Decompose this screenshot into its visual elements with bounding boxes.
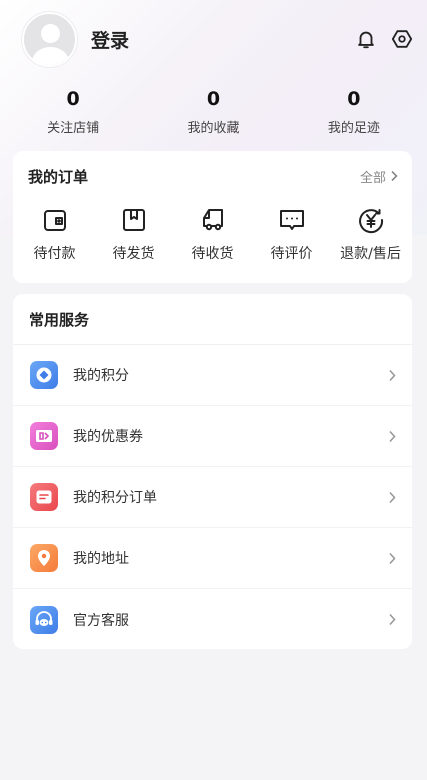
- package-icon: [119, 205, 149, 235]
- chevron-right-icon: [389, 552, 396, 564]
- stat-footprints[interactable]: 0 我的足迹: [283, 88, 425, 136]
- stat-label: 我的足迹: [327, 121, 380, 136]
- profile-header: 登录: [22, 11, 413, 67]
- stat-label: 关注店铺: [47, 121, 100, 136]
- service-label: 我的积分订单: [73, 490, 157, 506]
- stat-count: 0: [206, 88, 221, 110]
- stats-row: 0 关注店铺 0 我的收藏 0 我的足迹: [0, 88, 427, 136]
- stat-count: 0: [66, 88, 80, 110]
- order-pending-payment[interactable]: 待付款: [15, 201, 94, 263]
- service-label: 我的优惠券: [73, 429, 143, 445]
- services-title: 常用服务: [13, 294, 412, 345]
- chevron-right-icon: [391, 170, 398, 182]
- service-label: 我的积分: [73, 368, 129, 384]
- wallet-icon: [40, 205, 70, 235]
- service-item-customer-service[interactable]: 官方客服: [13, 589, 412, 650]
- location-pin-icon: [30, 544, 58, 572]
- points-icon: [30, 361, 58, 389]
- order-refund-aftersale[interactable]: 退款/售后: [331, 201, 410, 263]
- login-link[interactable]: 登录: [91, 26, 129, 53]
- order-pending-receipt[interactable]: 待收货: [173, 201, 252, 263]
- customer-service-icon: [30, 605, 58, 634]
- orders-all-label: 全部: [359, 170, 386, 186]
- coupon-icon: [30, 422, 58, 450]
- settings-hexagon-icon[interactable]: [391, 28, 413, 50]
- chevron-right-icon: [389, 613, 396, 626]
- chevron-right-icon: [389, 491, 396, 503]
- stat-label: 我的收藏: [187, 121, 240, 136]
- order-pending-shipment[interactable]: 待发货: [94, 201, 173, 263]
- orders-title: 我的订单: [28, 167, 89, 186]
- service-item-points[interactable]: 我的积分: [13, 345, 412, 406]
- service-item-points-orders[interactable]: 我的积分订单: [13, 467, 412, 528]
- delivery-truck-icon: [198, 205, 228, 235]
- service-item-coupons[interactable]: 我的优惠券: [13, 406, 412, 467]
- service-label: 我的地址: [73, 551, 129, 567]
- order-label: 退款/售后: [340, 246, 401, 262]
- chevron-right-icon: [389, 430, 396, 442]
- chevron-right-icon: [389, 369, 396, 381]
- service-item-address[interactable]: 我的地址: [13, 528, 412, 589]
- order-label: 待评价: [270, 246, 313, 262]
- order-label: 待收货: [191, 246, 234, 262]
- orders-card: 我的订单 全部 待付款 待发货 待收货 待评价 退款/售后: [13, 151, 412, 283]
- bell-icon[interactable]: [355, 28, 377, 50]
- orders-all-link[interactable]: 全部: [360, 167, 398, 186]
- stat-count: 0: [347, 88, 361, 110]
- stat-followed-stores[interactable]: 0 关注店铺: [2, 88, 144, 136]
- services-card: 常用服务 我的积分 我的优惠券 我的积分订单 我的地址 官方客服: [13, 294, 412, 649]
- order-label: 待付款: [33, 246, 76, 262]
- order-pending-review[interactable]: 待评价: [252, 201, 331, 263]
- order-label: 待发货: [112, 246, 155, 262]
- service-label: 官方客服: [73, 612, 129, 629]
- comment-icon: [277, 205, 307, 235]
- points-order-icon: [30, 483, 58, 511]
- avatar[interactable]: [22, 11, 77, 67]
- stat-favorites[interactable]: 0 我的收藏: [142, 88, 284, 136]
- refund-yuan-icon: [356, 205, 386, 235]
